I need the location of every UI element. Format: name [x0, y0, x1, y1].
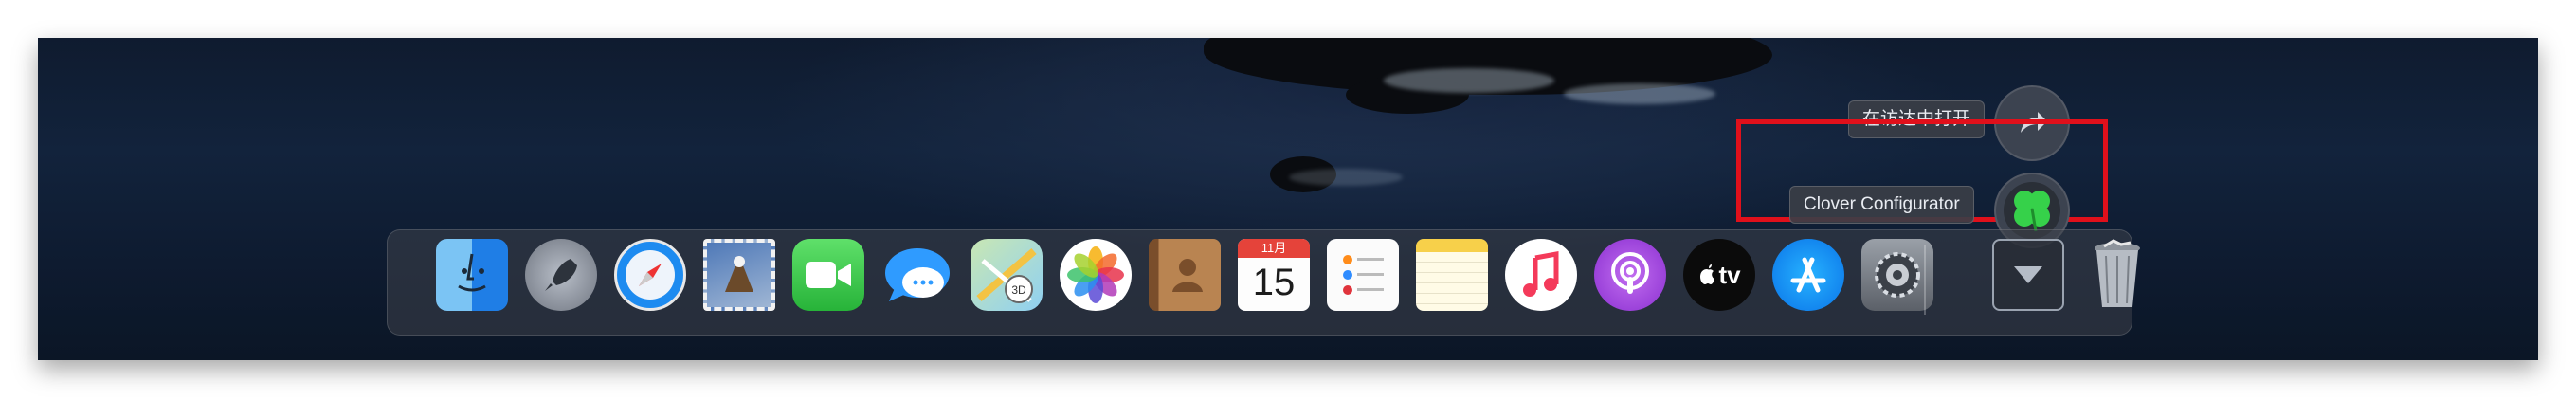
calendar-month: 11月 [1238, 239, 1310, 258]
apple-tv-icon[interactable]: tv [1683, 239, 1755, 311]
chevron-down-icon [2014, 266, 2042, 283]
messages-icon[interactable] [881, 239, 953, 311]
app-store-icon[interactable] [1772, 239, 1844, 311]
finder-icon[interactable] [436, 239, 508, 311]
trash-icon[interactable] [2081, 239, 2153, 311]
mail-icon[interactable] [703, 239, 775, 311]
clover-configurator-label: Clover Configurator [1789, 186, 1974, 224]
wave-foam [1384, 68, 1554, 93]
contacts-icon[interactable] [1149, 239, 1221, 311]
calendar-icon[interactable]: 11月 15 [1238, 239, 1310, 311]
launchpad-icon[interactable] [525, 239, 597, 311]
svg-text:3D: 3D [1011, 283, 1026, 297]
music-icon[interactable] [1505, 239, 1577, 311]
facetime-icon[interactable] [792, 239, 864, 311]
system-preferences-icon[interactable] [1861, 239, 1933, 311]
downloads-stack-icon[interactable] [1992, 239, 2064, 311]
calendar-day: 15 [1252, 262, 1296, 303]
wave-foam [1564, 83, 1715, 104]
podcasts-icon[interactable] [1594, 239, 1666, 311]
apple-tv-label: tv [1718, 260, 1741, 289]
notes-icon[interactable] [1416, 239, 1488, 311]
maps-icon[interactable]: 3D [971, 239, 1043, 311]
photos-icon[interactable] [1060, 239, 1132, 311]
safari-icon[interactable] [614, 239, 686, 311]
reminders-icon[interactable] [1327, 239, 1399, 311]
wave-foam [1289, 169, 1403, 186]
dock-separator [1924, 245, 1926, 315]
